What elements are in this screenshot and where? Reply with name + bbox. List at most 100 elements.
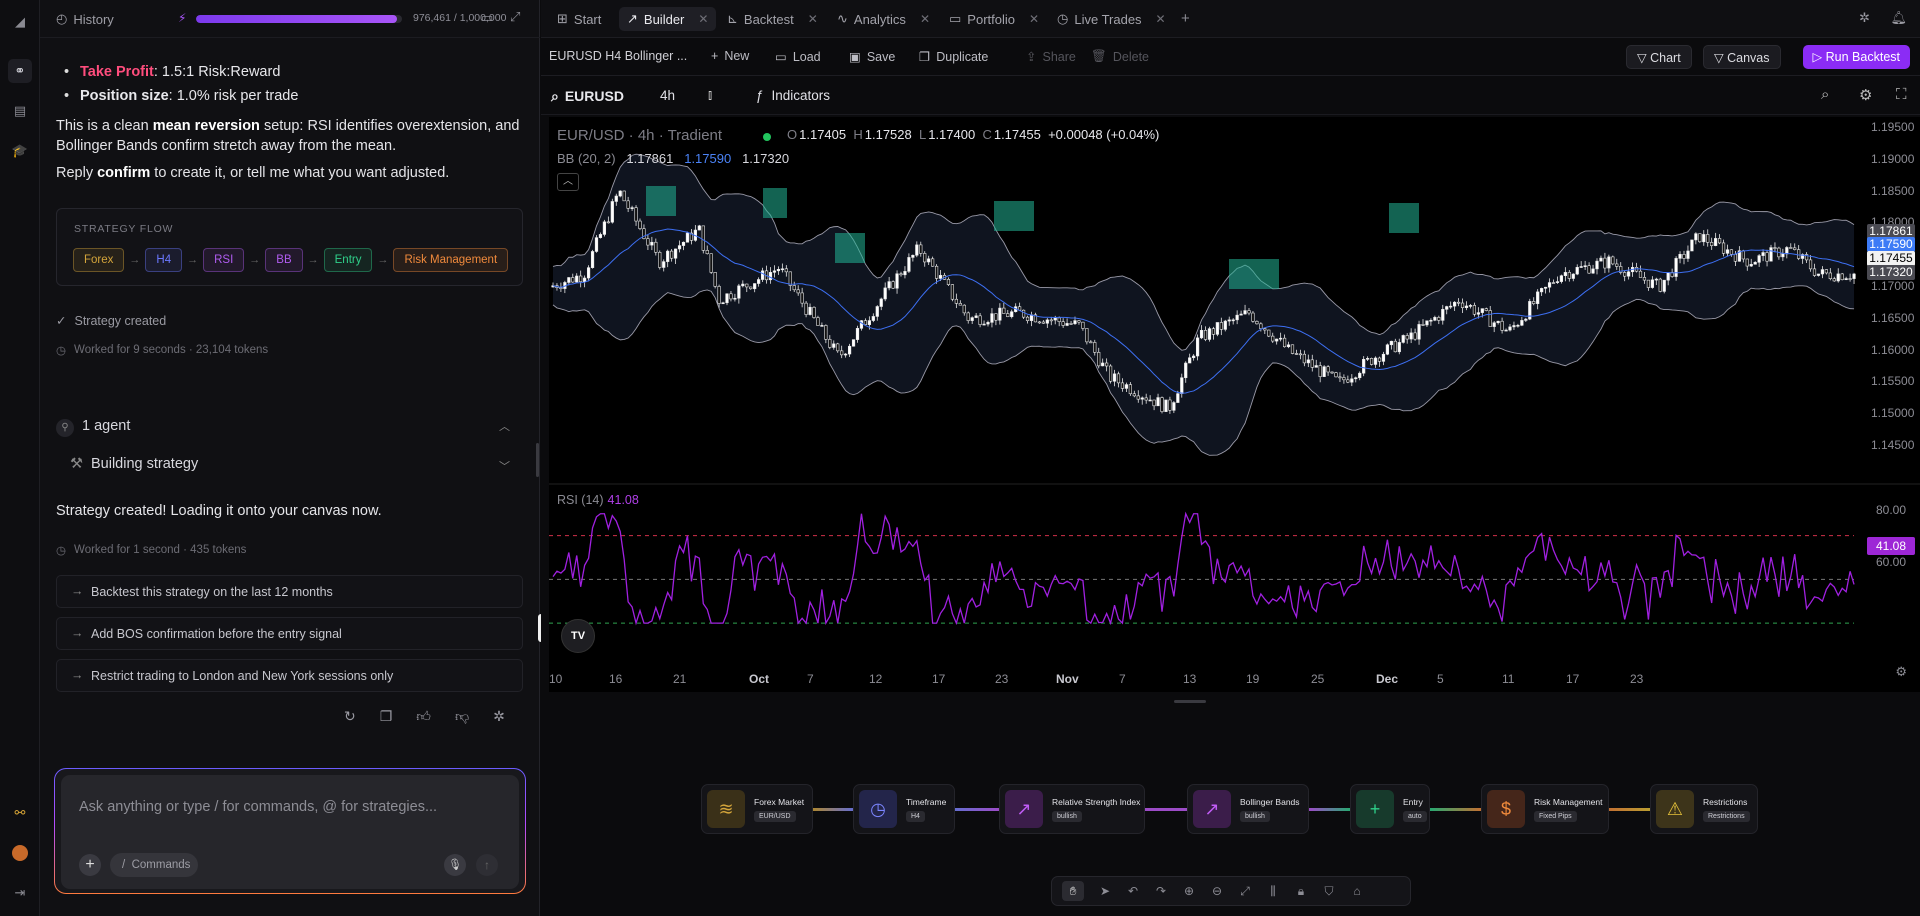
hand-tool-icon[interactable]: ✋︎ <box>1062 881 1084 901</box>
flow-chip-entry[interactable]: Entry <box>323 248 373 272</box>
flow-chip-risk-management[interactable]: Risk Management <box>393 248 509 272</box>
mic-button[interactable]: 🎙︎ <box>444 854 466 876</box>
canvas-resize-handle[interactable] <box>1174 700 1206 703</box>
candle-body <box>646 238 650 246</box>
graduation-icon[interactable]: 🎓 <box>8 139 32 163</box>
delete-button[interactable]: 🗑︎ Delete <box>1091 49 1149 64</box>
shield-icon[interactable]: ⛉ <box>1322 884 1336 899</box>
text-bold: mean reversion <box>152 118 260 134</box>
tab-builder[interactable]: ↗ Builder ✕ <box>619 7 717 31</box>
flow-chip-rsi[interactable]: RSI <box>203 248 245 272</box>
run-backtest-button[interactable]: ▷ Run Backtest <box>1802 45 1910 69</box>
comment-icon[interactable]: ▭ <box>481 10 493 26</box>
close-icon[interactable]: ✕ <box>920 12 930 26</box>
history-button[interactable]: ◴ History <box>56 11 114 27</box>
copy-icon[interactable]: ❐ <box>380 708 393 725</box>
layout-icon[interactable]: ⫼ <box>1266 884 1280 899</box>
button-label: Save <box>866 49 896 64</box>
graduation-icon[interactable]: ⌂ <box>1350 884 1364 898</box>
suggestion-sessions[interactable]: Restrict trading to London and New York … <box>56 659 523 692</box>
app-logo-icon[interactable]: ◢ <box>8 10 32 34</box>
agents-toggle[interactable]: ⚲ 1 agent ︿ <box>56 418 520 438</box>
expand-icon[interactable]: ⤢ <box>510 9 520 25</box>
tab-live-trades[interactable]: ◷ Live Trades ✕ <box>1049 7 1174 31</box>
node-relative-strength-index[interactable]: ↗ Relative Strength Index bullish <box>999 784 1145 834</box>
tab-backtest[interactable]: ⊾ Backtest ✕ <box>719 7 826 31</box>
commands-button[interactable]: / Commands <box>110 853 198 877</box>
zoom-icon[interactable]: ⌕ <box>1821 86 1829 103</box>
fit-view-icon[interactable]: ⤢ <box>1238 884 1252 899</box>
timeframe-selector[interactable]: 4h <box>660 88 675 103</box>
share-button[interactable]: ⇪ Share <box>1026 49 1076 65</box>
node-risk-management[interactable]: $ Risk Management Fixed Pips <box>1481 784 1609 834</box>
thumbs-up-icon[interactable]: 👍︎ <box>416 708 431 725</box>
logout-icon[interactable]: ⇥ <box>8 881 32 905</box>
lock-icon[interactable]: 🔒︎ <box>1294 884 1308 899</box>
load-button[interactable]: ▭ Load <box>775 49 821 65</box>
candle-body <box>1460 302 1465 309</box>
duplicate-button[interactable]: ❐ Duplicate <box>919 49 988 65</box>
builder-icon[interactable]: ⚭ <box>8 59 32 83</box>
close-icon[interactable]: ✕ <box>808 12 818 26</box>
new-button[interactable]: + New <box>711 49 749 63</box>
bb-label: BB (20, 2) <box>557 151 616 166</box>
building-strategy-toggle[interactable]: ⚒ Building strategy ﹀ <box>70 456 520 473</box>
bug-icon[interactable]: ✲ <box>493 708 505 725</box>
chart-view-button[interactable]: ▽ Chart <box>1626 45 1692 69</box>
close-icon[interactable]: ✕ <box>698 12 708 26</box>
flow-chip-forex[interactable]: Forex <box>73 248 125 272</box>
bug-icon[interactable]: ✲ <box>1859 10 1870 26</box>
settings-icon[interactable]: ⚙ <box>1859 86 1872 104</box>
strategy-title[interactable]: EURUSD H4 Bollinger ... <box>549 49 687 63</box>
tab-start[interactable]: ⊞ Start <box>549 7 609 31</box>
save-button[interactable]: ▣ Save <box>849 49 896 65</box>
node-title: Risk Management <box>1534 797 1603 807</box>
node-bollinger-bands[interactable]: ↗ Bollinger Bands bullish <box>1187 784 1309 834</box>
zoom-out-icon[interactable]: ⊖ <box>1210 884 1224 898</box>
redo-icon[interactable]: ↷ <box>1154 884 1168 898</box>
avatar[interactable] <box>8 841 32 865</box>
node-forex-market[interactable]: ≋ Forex Market EUR/USD <box>701 784 813 834</box>
node-restrictions[interactable]: ⚠ Restrictions Restrictions <box>1650 784 1758 834</box>
zoom-in-icon[interactable]: ⊕ <box>1182 884 1196 898</box>
symbol-search[interactable]: ⌕ EURUSD <box>551 88 624 105</box>
close-icon[interactable]: ✕ <box>1029 12 1039 26</box>
fullscreen-icon[interactable]: ⛶ <box>1896 86 1907 103</box>
retry-icon[interactable]: ↻ <box>344 708 356 725</box>
canvas-view-button[interactable]: ▽ Canvas <box>1703 45 1781 69</box>
suggestion-backtest[interactable]: Backtest this strategy on the last 12 mo… <box>56 575 523 608</box>
flow-chip-h4[interactable]: H4 <box>145 248 183 272</box>
flow-chip-bb[interactable]: BB <box>265 248 303 272</box>
add-attachment-button[interactable]: + <box>79 854 101 876</box>
node-entry[interactable]: + Entry auto <box>1350 784 1430 834</box>
thumbs-down-icon[interactable]: 👎︎ <box>455 708 469 725</box>
document-icon[interactable]: ▤ <box>8 99 32 123</box>
suggestion-bos[interactable]: Add BOS confirmation before the entry si… <box>56 617 523 650</box>
tradingview-logo[interactable]: TV <box>561 619 595 653</box>
candle-body <box>1425 320 1429 326</box>
candle-body <box>1555 281 1560 283</box>
node-timeframe[interactable]: ◷ Timeframe H4 <box>853 784 955 834</box>
bell-icon[interactable]: 🔔︎ <box>1890 10 1907 26</box>
undo-icon[interactable]: ↶ <box>1126 884 1140 898</box>
chart-settings-icon[interactable]: ⚙ <box>1895 664 1907 680</box>
price-chart[interactable]: EUR/USD · 4h · Tradient O 1.17405 H 1.1752… <box>549 117 1920 692</box>
strategy-canvas[interactable]: ≋ Forex Market EUR/USD ◷ Timeframe H4 ↗ Relativ… <box>541 694 1920 916</box>
add-tab-icon[interactable]: + <box>1181 10 1190 27</box>
close-icon[interactable]: ✕ <box>1156 12 1166 26</box>
tab-portfolio[interactable]: ▭ Portfolio ✕ <box>941 7 1047 31</box>
chat-input[interactable]: Ask anything or type / for commands, @ f… <box>61 775 519 889</box>
candle-body <box>950 284 955 300</box>
ohlc-high: 1.17528 <box>864 127 912 142</box>
chat-message-created: Strategy created! Loading it onto your c… <box>56 503 382 519</box>
collapse-legend-button[interactable]: ︿ <box>557 173 579 191</box>
panel-resize-handle[interactable] <box>536 443 539 477</box>
candles-icon[interactable]: ⫾ <box>708 87 712 103</box>
candle-body <box>709 253 713 273</box>
tab-analytics[interactable]: ∿ Analytics ✕ <box>829 7 938 31</box>
pointer-tool-icon[interactable]: ➤ <box>1098 884 1112 898</box>
link-icon[interactable]: ⚯ <box>8 801 32 825</box>
indicators-button[interactable]: ƒ Indicators <box>756 88 830 103</box>
send-button[interactable]: ↑ <box>476 854 498 876</box>
candle-body <box>1638 270 1643 278</box>
